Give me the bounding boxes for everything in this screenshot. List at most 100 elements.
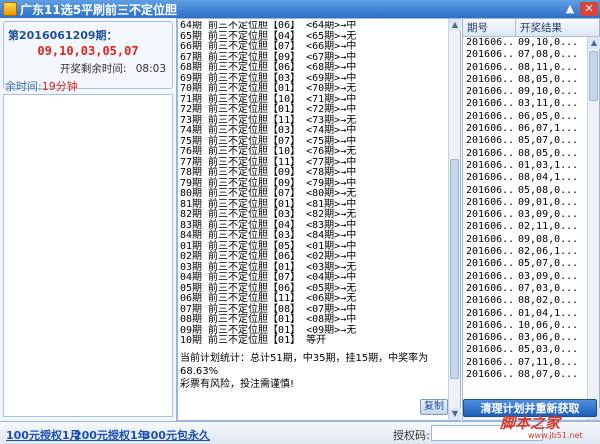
- result-cell: 08,02,0...: [518, 295, 579, 307]
- issue-cell: 201606...: [466, 184, 516, 196]
- summary-line: 当前计划统计：总计51期，中35期，挂15期，中奖率为: [180, 353, 429, 364]
- column-result[interactable]: 开奖结果: [516, 19, 581, 36]
- plan-line: 70期 前三不定位胆【01】 <70期>→无: [180, 83, 357, 94]
- result-cell: 08,07,0...: [518, 369, 579, 381]
- scroll-up-arrow-icon[interactable]: ▲: [449, 19, 461, 31]
- scroll-thumb[interactable]: [450, 159, 459, 379]
- table-row[interactable]: 201606... 01,03,1...: [463, 160, 587, 172]
- result-cell: 05,03,0...: [518, 344, 579, 356]
- table-row[interactable]: 201606... 07,08,0...: [463, 49, 587, 61]
- window-title: 广东11选5平刷前三不定位胆: [20, 2, 178, 17]
- table-row[interactable]: 201606... 05,03,0...: [463, 344, 587, 356]
- license-1-year-link[interactable]: 200元授权1年: [74, 427, 149, 443]
- table-row[interactable]: 201606... 07,03,0...: [463, 283, 587, 295]
- result-cell: 03,11,0...: [518, 98, 579, 110]
- issue-cell: 201606...: [466, 332, 516, 344]
- table-row[interactable]: 201606... 02,11,0...: [463, 221, 587, 233]
- issue-cell: 201606...: [466, 159, 516, 171]
- table-row[interactable]: 201606... 03,11,0...: [463, 98, 587, 110]
- plan-line: 68期 前三不定位胆【06】 <68期>→中: [180, 62, 357, 73]
- table-row[interactable]: 201606... 08,11,0...: [463, 62, 587, 74]
- issue-cell: 201606...: [466, 135, 516, 147]
- minimize-button[interactable]: ▲: [562, 2, 578, 16]
- left-text-area[interactable]: [3, 94, 173, 417]
- result-cell: 03,09,0...: [518, 270, 579, 282]
- result-cell: 09,10,0...: [518, 86, 579, 98]
- table-row[interactable]: 201606... 02,06,1...: [463, 246, 587, 258]
- table-row[interactable]: 201606... 09,01,0...: [463, 197, 587, 209]
- issue-cell: 201606...: [466, 258, 516, 270]
- table-row[interactable]: 201606... 03,09,0...: [463, 271, 587, 283]
- table-row[interactable]: 201606... 08,07,0...: [463, 369, 587, 381]
- plan-line: 78期 前三不定位胆【09】 <78期>→中: [180, 167, 357, 178]
- issue-cell: 201606...: [466, 221, 516, 233]
- close-button[interactable]: ✕: [580, 2, 598, 16]
- table-row[interactable]: 201606... 08,05,0...: [463, 148, 587, 160]
- table-row[interactable]: 201606... 06,05,0...: [463, 111, 587, 123]
- table-row[interactable]: 201606... 10,06,0...: [463, 320, 587, 332]
- result-cell: 07,03,0...: [518, 282, 579, 294]
- issue-cell: 201606...: [466, 282, 516, 294]
- result-cell: 03,06,0...: [518, 332, 579, 344]
- plan-line: 10期 前三不定位胆【01】 等开: [180, 335, 327, 346]
- plan-line: 76期 前三不定位胆【10】 <76期>→无: [180, 146, 357, 157]
- table-row[interactable]: 201606... 08,05,0...: [463, 74, 587, 86]
- table-row[interactable]: 201606... 08,04,1...: [463, 172, 587, 184]
- result-cell: 02,11,0...: [518, 221, 579, 233]
- result-cell: 06,07,1...: [518, 123, 579, 135]
- plan-line: 80期 前三不定位胆【07】 <80期>→无: [180, 188, 357, 199]
- table-row[interactable]: 201606... 09,10,0...: [463, 86, 587, 98]
- table-row[interactable]: 201606... 05,07,0...: [463, 135, 587, 147]
- license-forever-link[interactable]: 300元包永久: [143, 427, 210, 443]
- result-cell: 08,05,0...: [518, 147, 579, 159]
- plan-line: 72期 前三不定位胆【01】 <72期>→中: [180, 104, 357, 115]
- table-row[interactable]: 201606... 03,06,0...: [463, 332, 587, 344]
- result-cell: 09,01,0...: [518, 196, 579, 208]
- issue-cell: 201606...: [466, 319, 516, 331]
- license-1-month-link[interactable]: 100元授权1月: [6, 427, 81, 443]
- issue-numbers: 09,10,03,05,07: [37, 44, 139, 58]
- app-icon: [3, 2, 17, 16]
- table-row[interactable]: 201606... 09,10,0...: [463, 37, 587, 49]
- table-row[interactable]: 201606... 05,08,0...: [463, 185, 587, 197]
- table-row[interactable]: 201606... 09,08,0...: [463, 234, 587, 246]
- plan-line: 82期 前三不定位胆【03】 <82期>→无: [180, 209, 357, 220]
- table-row[interactable]: 201606... 05,07,0...: [463, 258, 587, 270]
- table-row[interactable]: 201606... 08,02,0...: [463, 295, 587, 307]
- history-panel: 期号 开奖结果 201606... 09,10,0... 201606... 07,0…: [462, 18, 600, 421]
- result-cell: 08,05,0...: [518, 73, 579, 85]
- issue-cell: 201606...: [466, 196, 516, 208]
- remaining-value: 19分钟: [41, 80, 78, 93]
- issue-cell: 201606...: [466, 37, 516, 48]
- countdown: 开奖剩余时间: 08:03: [60, 61, 166, 76]
- column-issue[interactable]: 期号: [463, 19, 516, 36]
- result-cell: 09,08,0...: [518, 233, 579, 245]
- table-row[interactable]: 201606... 01,04,1...: [463, 308, 587, 320]
- issue-cell: 201606...: [466, 49, 516, 61]
- result-cell: 01,04,1...: [518, 307, 579, 319]
- result-cell: 05,08,0...: [518, 184, 579, 196]
- issue-cell: 201606...: [466, 233, 516, 245]
- left-panel: 第2016061209期： 09,10,03,05,07 开奖剩余时间: 08:…: [0, 18, 177, 421]
- issue-cell: 201606...: [466, 270, 516, 282]
- countdown-label: 开奖剩余时间:: [59, 63, 127, 75]
- summary-warning: 彩票有风险，投注需谨慎!: [180, 379, 295, 390]
- plan-line: 06期 前三不定位胆【11】 <06期>→无: [180, 293, 357, 304]
- table-row[interactable]: 201606... 03,09,0...: [463, 209, 587, 221]
- copy-button[interactable]: 复制: [420, 399, 448, 415]
- scroll-up-arrow-icon[interactable]: ▲: [588, 37, 600, 49]
- history-table-body: 201606... 09,10,0... 201606... 07,08,0... 20…: [463, 37, 587, 417]
- plan-panel: 64期 前三不定位胆【06】 <64期>→中 65期 前三不定位胆【04】 <65…: [177, 18, 461, 421]
- scroll-thumb[interactable]: [589, 51, 598, 101]
- history-scrollbar[interactable]: ▲ ▼: [587, 37, 600, 420]
- table-row[interactable]: 201606... 07,11,0...: [463, 357, 587, 369]
- table-row[interactable]: 201606... 06,07,1...: [463, 123, 587, 135]
- plan-line: 08期 前三不定位胆【01】 <08期>→中: [180, 314, 357, 325]
- issue-cell: 201606...: [466, 147, 516, 159]
- result-cell: 07,11,0...: [518, 356, 579, 368]
- auth-code-label: 授权码:: [393, 429, 430, 442]
- issue-cell: 201606...: [466, 86, 516, 98]
- plan-scrollbar[interactable]: ▲ ▼: [448, 19, 461, 420]
- result-cell: 08,11,0...: [518, 61, 579, 73]
- scroll-down-arrow-icon[interactable]: ▼: [449, 408, 461, 420]
